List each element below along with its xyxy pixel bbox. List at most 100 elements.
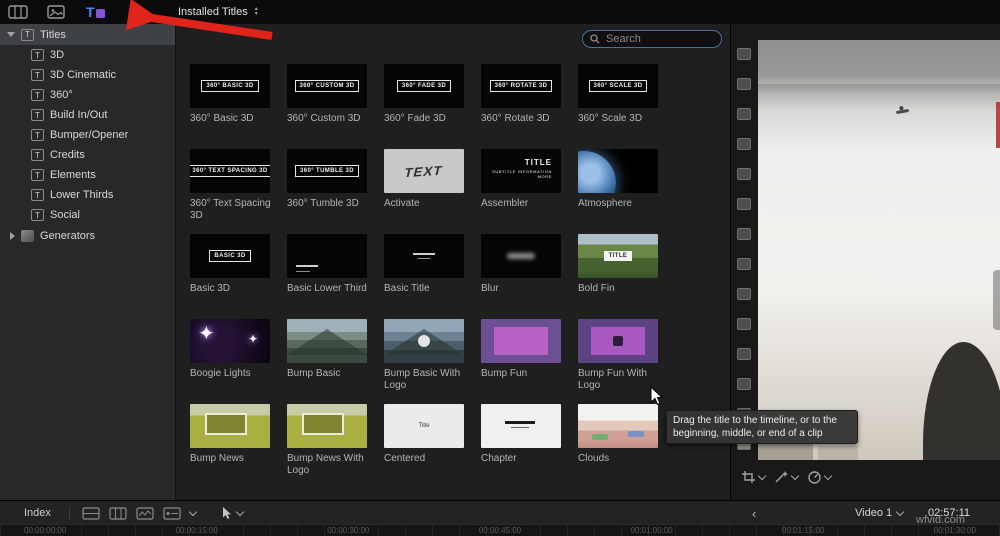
title-tile-bump-fun-with-logo[interactable]: Bump Fun With Logo bbox=[578, 319, 675, 404]
filmstrip-frame[interactable] bbox=[737, 288, 751, 300]
effects-wand-button[interactable] bbox=[774, 470, 800, 484]
title-tile-basic-3d[interactable]: BASIC 3D Basic 3D bbox=[190, 234, 287, 319]
search-input[interactable] bbox=[604, 32, 714, 46]
title-tile-bump-basic-with-logo[interactable]: Bump Basic With Logo bbox=[384, 319, 481, 404]
title-tile-bump-basic[interactable]: Bump Basic bbox=[287, 319, 384, 404]
filmstrip-frame[interactable] bbox=[737, 378, 751, 390]
filmstrip-frame[interactable] bbox=[737, 108, 751, 120]
title-label: 360° Basic 3D bbox=[190, 113, 254, 124]
title-tile-clouds[interactable]: Clouds bbox=[578, 404, 675, 489]
title-tile-centered[interactable]: Title Centered bbox=[384, 404, 481, 489]
clips-browser-icon[interactable] bbox=[8, 4, 28, 20]
logo-placeholder bbox=[418, 335, 430, 347]
sidebar-item-bumper-opener[interactable]: Bumper/Opener bbox=[0, 125, 175, 145]
chevron-down-icon bbox=[235, 507, 245, 516]
filmstrip-frame[interactable] bbox=[737, 258, 751, 270]
title-tile-basic-title[interactable]: Basic Title bbox=[384, 234, 481, 319]
sidebar-item-titles[interactable]: Titles bbox=[0, 24, 175, 45]
title-tile-blur[interactable]: Blur bbox=[481, 234, 578, 319]
title-tile-bold-fin[interactable]: TITLE Bold Fin bbox=[578, 234, 675, 319]
sidebar-item-elements[interactable]: Elements bbox=[0, 165, 175, 185]
title-label: Bump News bbox=[190, 453, 244, 464]
title-tile-bump-fun[interactable]: Bump Fun bbox=[481, 319, 578, 404]
title-tile-360-custom-3d[interactable]: 360° CUSTOM 3D 360° Custom 3D bbox=[287, 64, 384, 149]
transform-crop-button[interactable] bbox=[741, 470, 767, 484]
title-tile-bump-news[interactable]: Bump News bbox=[190, 404, 287, 489]
sidebar-item-lower-thirds[interactable]: Lower Thirds bbox=[0, 185, 175, 205]
retime-button[interactable] bbox=[807, 470, 833, 484]
sidebar-item-credits[interactable]: Credits bbox=[0, 145, 175, 165]
timeline-ruler[interactable]: 00:00:00:00 00:00:15:00 00:00:30:00 00:0… bbox=[0, 524, 1000, 536]
filmstrip-frame[interactable] bbox=[737, 198, 751, 210]
title-tile-360-rotate-3d[interactable]: 360° ROTATE 3D 360° Rotate 3D bbox=[481, 64, 578, 149]
filmstrip-frame[interactable] bbox=[737, 168, 751, 180]
chevron-down-icon bbox=[757, 471, 767, 480]
generators-icon bbox=[21, 229, 34, 242]
sidebar-item-generators[interactable]: Generators bbox=[0, 225, 175, 246]
sidebar-item-360[interactable]: 360° bbox=[0, 85, 175, 105]
title-tile-360-basic-3d[interactable]: 360° BASIC 3D 360° Basic 3D bbox=[190, 64, 287, 149]
title-tile-activate[interactable]: TEXT Activate bbox=[384, 149, 481, 234]
title-tile-360-text-spacing-3d[interactable]: 360° TEXT SPACING 3D 360° Text Spacing 3… bbox=[190, 149, 287, 234]
title-label: Chapter bbox=[481, 453, 517, 464]
photos-audio-browser-icon[interactable] bbox=[46, 4, 66, 20]
clip-appearance-icon[interactable] bbox=[163, 506, 181, 520]
titles-generators-browser-icon[interactable]: T bbox=[84, 3, 106, 21]
title-thumbnail bbox=[384, 234, 464, 278]
chevron-down-icon[interactable] bbox=[188, 507, 198, 516]
sidebar-item-3d[interactable]: 3D bbox=[0, 45, 175, 65]
title-category-icon bbox=[31, 169, 44, 181]
disclosure-down-icon[interactable] bbox=[7, 32, 15, 37]
filmstrip-frame[interactable] bbox=[737, 228, 751, 240]
title-tile-bump-news-with-logo[interactable]: Bump News With Logo bbox=[287, 404, 384, 489]
thumb-text: 360° TEXT SPACING 3D bbox=[190, 165, 270, 177]
sidebar-item-label: Build In/Out bbox=[50, 109, 108, 121]
collapse-chevron[interactable]: ‹ bbox=[752, 506, 756, 521]
title-category-icon bbox=[31, 129, 44, 141]
titles-grid: 360° BASIC 3D 360° Basic 3D 360° CUSTOM … bbox=[190, 64, 675, 489]
video-track-dropdown[interactable]: Video 1 bbox=[855, 507, 905, 519]
pointer-tool-icon bbox=[222, 507, 231, 519]
sidebar-item-3d-cinematic[interactable]: 3D Cinematic bbox=[0, 65, 175, 85]
title-tile-atmosphere[interactable]: Atmosphere bbox=[578, 149, 675, 234]
sidebar-item-build-in-out[interactable]: Build In/Out bbox=[0, 105, 175, 125]
clip-appearance-icon[interactable] bbox=[136, 506, 154, 520]
title-tile-assembler[interactable]: TITLE SUBTITLE INFORMATION MORE Assemble… bbox=[481, 149, 578, 234]
title-tile-chapter[interactable]: Chapter bbox=[481, 404, 578, 489]
ruler-timecode: 00:01:30:00 bbox=[933, 526, 976, 535]
index-button[interactable]: Index bbox=[18, 506, 57, 520]
filmstrip-frame[interactable] bbox=[737, 48, 751, 60]
title-label: Clouds bbox=[578, 453, 610, 464]
title-tile-boogie-lights[interactable]: ✦ ✦ Boogie Lights bbox=[190, 319, 287, 404]
tool-select-dropdown[interactable] bbox=[222, 506, 245, 520]
title-label: Bold Fin bbox=[578, 283, 615, 294]
title-thumbnail bbox=[481, 319, 561, 363]
installed-titles-dropdown[interactable]: Installed Titles ▲ ▼ bbox=[178, 0, 259, 24]
title-category-icon bbox=[31, 89, 44, 101]
video-track-label: Video 1 bbox=[855, 507, 893, 519]
sparkle-icon: ✦ bbox=[198, 323, 215, 345]
title-tile-360-scale-3d[interactable]: 360° SCALE 3D 360° Scale 3D bbox=[578, 64, 675, 149]
clip-appearance-icon[interactable] bbox=[82, 506, 100, 520]
filmstrip-frame[interactable] bbox=[737, 78, 751, 90]
disclosure-right-icon[interactable] bbox=[10, 231, 15, 240]
sidebar-item-social[interactable]: Social bbox=[0, 205, 175, 225]
filmstrip-frame[interactable] bbox=[737, 348, 751, 360]
title-tile-360-tumble-3d[interactable]: 360° TUMBLE 3D 360° Tumble 3D bbox=[287, 149, 384, 234]
title-label: Centered bbox=[384, 453, 426, 464]
search-field[interactable] bbox=[582, 30, 722, 48]
title-tile-360-fade-3d[interactable]: 360° FADE 3D 360° Fade 3D bbox=[384, 64, 481, 149]
title-thumbnail bbox=[578, 404, 658, 448]
speed-gauge-icon bbox=[808, 471, 821, 484]
clip-appearance-icon[interactable] bbox=[109, 506, 127, 520]
title-thumbnail bbox=[384, 319, 464, 363]
title-thumbnail bbox=[287, 404, 367, 448]
filmstrip-frame[interactable] bbox=[737, 138, 751, 150]
title-tile-basic-lower-third[interactable]: Basic Lower Third bbox=[287, 234, 384, 319]
surfer-figure bbox=[895, 108, 910, 115]
filmstrip-frame[interactable] bbox=[737, 318, 751, 330]
foreground-object bbox=[818, 446, 858, 460]
sidebar-item-label: Titles bbox=[40, 28, 66, 41]
drag-hint-tooltip: Drag the title to the timeline, or to th… bbox=[666, 410, 858, 444]
title-thumbnail: 360° BASIC 3D bbox=[190, 64, 270, 108]
